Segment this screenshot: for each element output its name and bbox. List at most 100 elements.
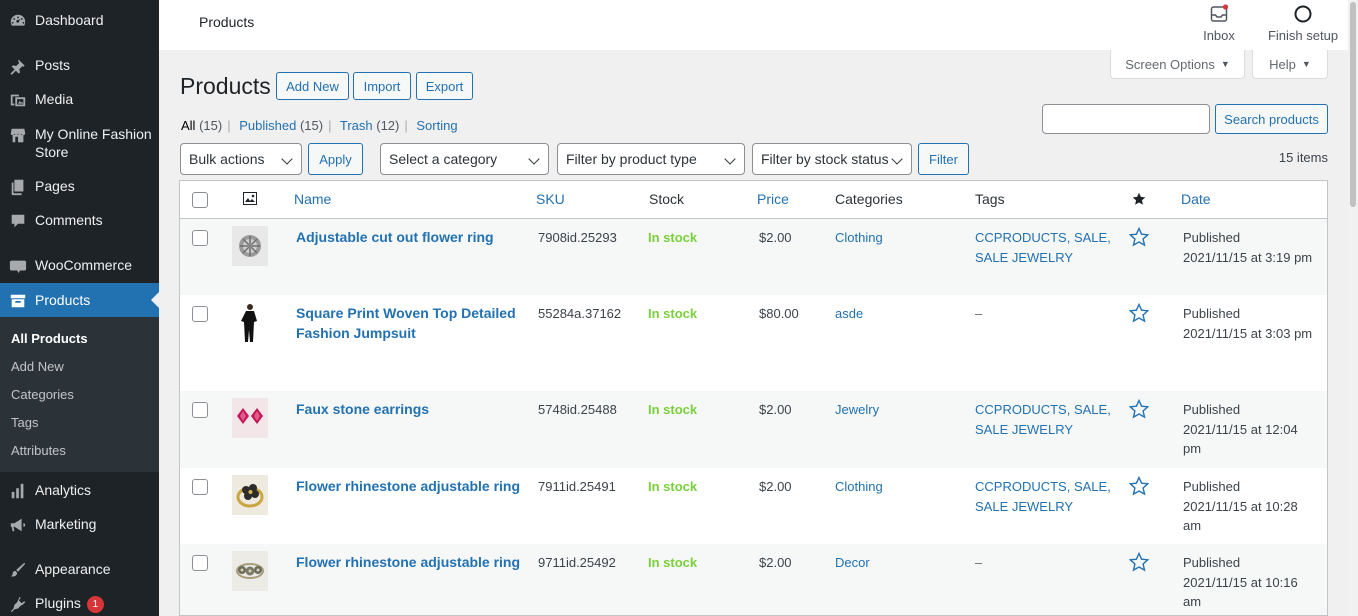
product-sku: 5748id.25488 xyxy=(538,402,617,417)
help-label: Help xyxy=(1269,56,1296,72)
plugin-icon xyxy=(0,594,35,613)
publish-status: Published xyxy=(1183,402,1241,417)
product-name-link[interactable]: Flower rhinestone adjustable ring xyxy=(296,552,520,572)
bulk-actions-value: Bulk actions xyxy=(189,151,265,167)
submenu-item-tags[interactable]: Tags xyxy=(11,415,38,431)
category-link[interactable]: Jewelry xyxy=(835,400,879,420)
product-type-select[interactable]: Filter by product type xyxy=(557,143,745,175)
featured-star-icon[interactable] xyxy=(1128,398,1150,425)
submenu-item-add-new[interactable]: Add New xyxy=(11,359,64,375)
sidebar-item-posts[interactable]: Posts xyxy=(0,56,159,75)
row-checkbox[interactable] xyxy=(192,479,208,495)
sidebar-item-appearance[interactable]: Appearance xyxy=(0,560,159,579)
search-products-button[interactable]: Search products xyxy=(1215,104,1328,134)
product-name-link[interactable]: Faux stone earrings xyxy=(296,399,429,419)
export-button[interactable]: Export xyxy=(416,72,473,100)
view-all-link[interactable]: All xyxy=(181,118,195,133)
bulk-actions-select[interactable]: Bulk actions xyxy=(180,143,302,175)
finish-setup-button[interactable]: Finish setup xyxy=(1263,4,1343,43)
products-table: Name SKU Stock Price Categories Tags Dat… xyxy=(179,180,1328,616)
import-button[interactable]: Import xyxy=(353,72,411,100)
product-thumbnail[interactable] xyxy=(232,475,268,515)
view-published-link[interactable]: Published xyxy=(239,118,296,133)
products-submenu: All Products Add New Categories Tags Att… xyxy=(0,317,159,472)
help-button[interactable]: Help ▼ xyxy=(1252,50,1328,79)
column-header-date[interactable]: Date xyxy=(1181,191,1211,207)
stock-status: In stock xyxy=(648,555,698,570)
product-name-link[interactable]: Flower rhinestone adjustable ring xyxy=(296,476,520,496)
row-checkbox[interactable] xyxy=(192,555,208,571)
category-link[interactable]: Decor xyxy=(835,553,870,573)
column-header-sku[interactable]: SKU xyxy=(536,191,565,207)
screen-options-button[interactable]: Screen Options ▼ xyxy=(1110,50,1245,79)
tags-cell: – xyxy=(975,304,982,324)
featured-star-icon[interactable] xyxy=(1128,302,1150,329)
filter-button[interactable]: Filter xyxy=(918,143,969,175)
add-new-button[interactable]: Add New xyxy=(276,72,349,100)
woocommerce-icon xyxy=(0,256,35,275)
table-row: Faux stone earrings 5748id.25488 In stoc… xyxy=(180,391,1327,468)
tags-link[interactable]: CCPRODUCTS, SALE, xyxy=(975,230,1111,245)
search-input[interactable] xyxy=(1042,104,1210,134)
row-checkbox[interactable] xyxy=(192,306,208,322)
product-sku: 7908id.25293 xyxy=(538,230,617,245)
view-sorting-link[interactable]: Sorting xyxy=(416,118,457,133)
sidebar-item-media[interactable]: Media xyxy=(0,90,159,109)
sidebar-item-products[interactable]: Products xyxy=(0,283,159,317)
category-value: Select a category xyxy=(389,151,498,167)
stock-status-value: Filter by stock status xyxy=(761,151,889,167)
page-scrollbar[interactable] xyxy=(1348,0,1358,616)
sidebar-item-woocommerce[interactable]: WooCommerce xyxy=(0,256,159,275)
date-cell: Published 2021/11/15 at 10:28 am xyxy=(1183,477,1298,536)
pin-icon xyxy=(0,56,35,75)
row-checkbox[interactable] xyxy=(192,230,208,246)
sidebar-item-my-online-fashion-store[interactable]: My Online Fashion Store xyxy=(0,125,159,161)
inbox-button[interactable]: Inbox xyxy=(1199,4,1239,43)
select-all-checkbox[interactable] xyxy=(192,192,208,208)
finish-setup-label: Finish setup xyxy=(1267,28,1339,43)
tags-link[interactable]: SALE JEWELRY xyxy=(975,499,1073,514)
product-type-value: Filter by product type xyxy=(566,151,697,167)
view-separator: | xyxy=(404,118,408,133)
tags-link[interactable]: CCPRODUCTS, SALE, xyxy=(975,479,1111,494)
category-link[interactable]: Clothing xyxy=(835,228,883,248)
sidebar-item-analytics[interactable]: Analytics xyxy=(0,481,159,500)
tags-link[interactable]: SALE JEWELRY xyxy=(975,422,1073,437)
featured-star-icon[interactable] xyxy=(1128,551,1150,578)
tags-link[interactable]: CCPRODUCTS, SALE, xyxy=(975,402,1111,417)
stock-status: In stock xyxy=(648,479,698,494)
tags-link[interactable]: SALE JEWELRY xyxy=(975,250,1073,265)
sidebar-item-comments[interactable]: Comments xyxy=(0,211,159,230)
column-header-name[interactable]: Name xyxy=(294,191,331,207)
sidebar-item-label: Pages xyxy=(35,178,75,194)
product-thumbnail[interactable] xyxy=(232,551,268,591)
sidebar-item-dashboard[interactable]: Dashboard xyxy=(0,11,159,30)
product-name-link[interactable]: Square Print Woven Top Detailed Fashion J… xyxy=(296,303,516,343)
product-thumbnail[interactable] xyxy=(232,302,268,342)
column-header-price[interactable]: Price xyxy=(757,191,789,207)
category-select[interactable]: Select a category xyxy=(380,143,549,175)
sidebar-item-marketing[interactable]: Marketing xyxy=(0,515,159,534)
product-thumbnail[interactable] xyxy=(232,398,268,438)
featured-star-icon[interactable] xyxy=(1128,226,1150,253)
category-link[interactable]: asde xyxy=(835,304,863,324)
product-thumbnail[interactable] xyxy=(232,226,268,266)
publish-date: 2021/11/15 at 10:28 xyxy=(1183,498,1298,514)
category-link[interactable]: Clothing xyxy=(835,477,883,497)
submenu-item-all-products[interactable]: All Products xyxy=(11,331,88,347)
publish-status: Published xyxy=(1183,555,1241,570)
apply-button[interactable]: Apply xyxy=(308,143,363,175)
submenu-item-attributes[interactable]: Attributes xyxy=(11,443,66,459)
product-name-link[interactable]: Adjustable cut out flower ring xyxy=(296,227,494,247)
view-trash-count: (12) xyxy=(376,118,400,133)
sidebar-item-pages[interactable]: Pages xyxy=(0,177,159,196)
scrollbar-thumb[interactable] xyxy=(1350,2,1356,207)
view-trash-link[interactable]: Trash xyxy=(340,118,373,133)
sidebar-item-label: Posts xyxy=(35,57,71,73)
featured-star-icon[interactable] xyxy=(1128,475,1150,502)
row-checkbox[interactable] xyxy=(192,402,208,418)
sidebar-item-plugins[interactable]: Plugins 1 xyxy=(0,594,159,613)
submenu-item-categories[interactable]: Categories xyxy=(11,387,74,403)
featured-star-icon xyxy=(1132,192,1146,209)
stock-status-select[interactable]: Filter by stock status xyxy=(752,143,912,175)
